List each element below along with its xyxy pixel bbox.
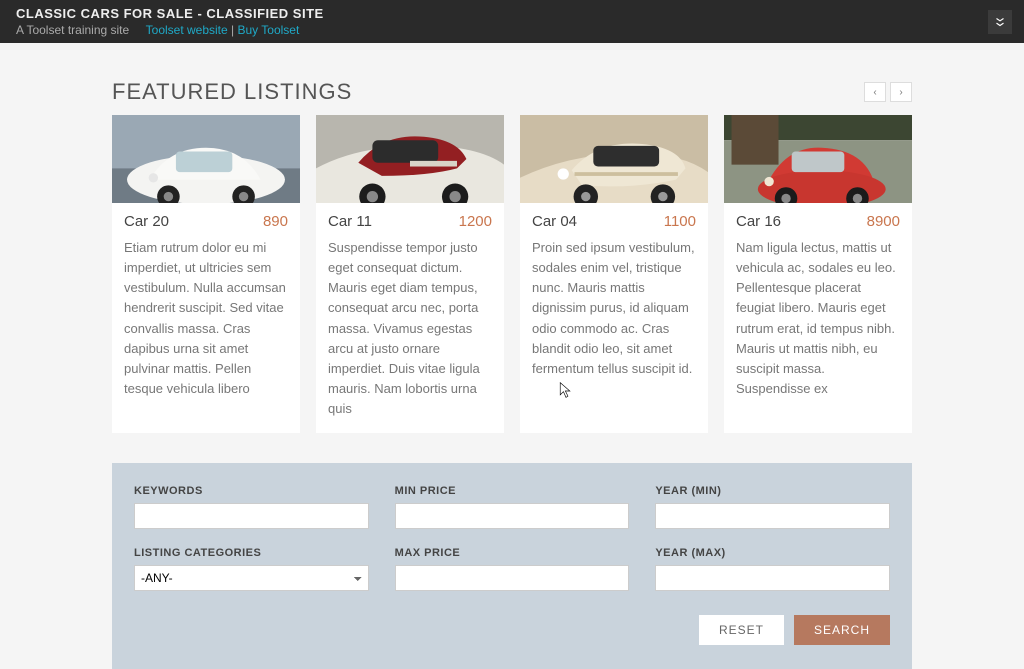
search-button[interactable]: SEARCH xyxy=(794,615,890,645)
year-min-label: YEAR (MIN) xyxy=(655,485,890,497)
listing-card[interactable]: Car 20 890 Etiam rutrum dolor eu mi impe… xyxy=(112,115,300,433)
listing-title: Car 11 xyxy=(328,213,372,230)
car-image xyxy=(520,115,708,203)
listing-price: 1100 xyxy=(664,213,696,230)
max-price-label: MAX PRICE xyxy=(395,547,630,559)
listing-card[interactable]: Car 16 8900 Nam ligula lectus, mattis ut… xyxy=(724,115,912,433)
listing-title: Car 20 xyxy=(124,213,169,230)
keywords-label: KEYWORDS xyxy=(134,485,369,497)
toolset-website-link[interactable]: Toolset website xyxy=(146,23,228,37)
max-price-input[interactable] xyxy=(395,565,630,591)
expand-toggle-icon[interactable] xyxy=(988,10,1012,34)
car-image xyxy=(112,115,300,203)
site-subline: A Toolset training site Toolset website … xyxy=(16,23,1008,37)
car-image xyxy=(724,115,912,203)
listing-description: Nam ligula lectus, mattis ut vehicula ac… xyxy=(736,238,900,399)
carousel-nav: ‹ › xyxy=(864,82,912,102)
subline-prefix: A Toolset training site xyxy=(16,23,129,37)
listing-card[interactable]: Car 04 1100 Proin sed ipsum vestibulum, … xyxy=(520,115,708,433)
year-max-input[interactable] xyxy=(655,565,890,591)
search-filters: KEYWORDS MIN PRICE YEAR (MIN) LISTING CA… xyxy=(112,463,912,669)
min-price-input[interactable] xyxy=(395,503,630,529)
car-image xyxy=(316,115,504,203)
listing-description: Etiam rutrum dolor eu mi imperdiet, ut u… xyxy=(124,238,288,399)
listing-price: 8900 xyxy=(867,213,900,230)
carousel-prev-button[interactable]: ‹ xyxy=(864,82,886,102)
listing-description: Suspendisse tempor justo eget consequat … xyxy=(328,238,492,419)
listing-title: Car 04 xyxy=(532,213,577,230)
site-title: CLASSIC CARS FOR SALE - CLASSIFIED SITE xyxy=(16,6,1008,21)
categories-select[interactable]: -ANY- xyxy=(134,565,369,591)
listing-title: Car 16 xyxy=(736,213,781,230)
keywords-input[interactable] xyxy=(134,503,369,529)
carousel-next-button[interactable]: › xyxy=(890,82,912,102)
categories-label: LISTING CATEGORIES xyxy=(134,547,369,559)
listing-price: 1200 xyxy=(459,213,492,230)
featured-heading: FEATURED LISTINGS xyxy=(112,79,352,105)
listing-description: Proin sed ipsum vestibulum, sodales enim… xyxy=(532,238,696,379)
listing-card[interactable]: Car 11 1200 Suspendisse tempor justo ege… xyxy=(316,115,504,433)
topbar: CLASSIC CARS FOR SALE - CLASSIFIED SITE … xyxy=(0,0,1024,43)
year-min-input[interactable] xyxy=(655,503,890,529)
listing-price: 890 xyxy=(263,213,288,230)
year-max-label: YEAR (MAX) xyxy=(655,547,890,559)
min-price-label: MIN PRICE xyxy=(395,485,630,497)
buy-toolset-link[interactable]: Buy Toolset xyxy=(237,23,299,37)
reset-button[interactable]: RESET xyxy=(699,615,784,645)
featured-cards: Car 20 890 Etiam rutrum dolor eu mi impe… xyxy=(112,115,912,433)
